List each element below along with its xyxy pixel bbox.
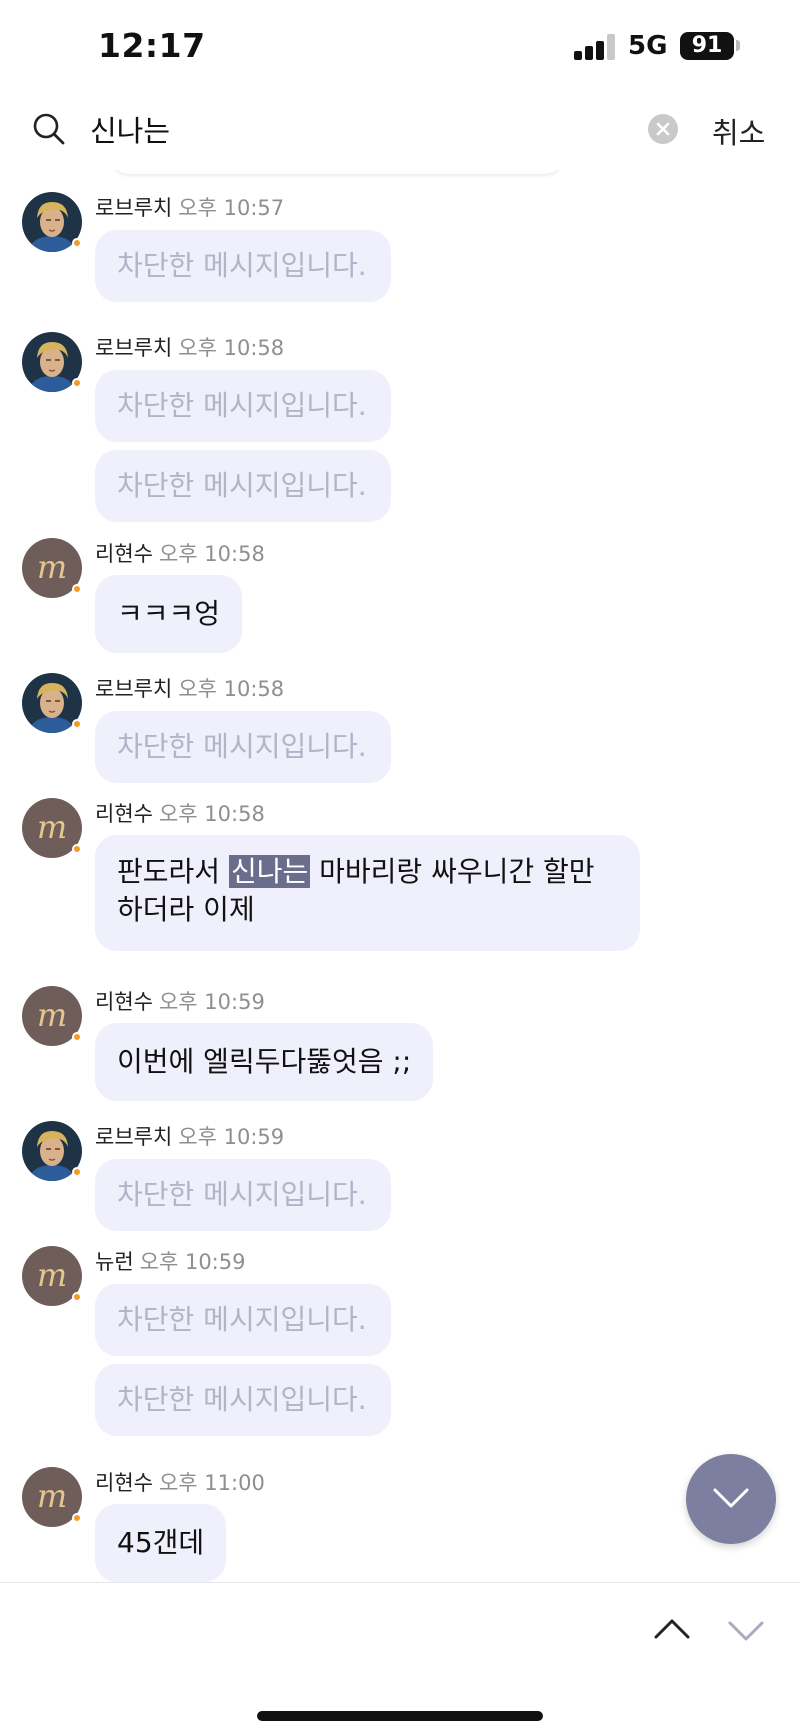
search-input[interactable] [90, 106, 620, 152]
message-header: 로브루치 오후 10:58 [95, 332, 284, 362]
chat-message-list[interactable]: 로브루치 오후 10:57 차단한 메시지입니다. 로브루치 오후 10:58 차단… [0, 170, 800, 1582]
message-time: 오후 10:58 [158, 542, 265, 566]
search-icon [33, 113, 65, 145]
sender-name: 로브루치 [95, 677, 173, 701]
avatar[interactable] [22, 192, 82, 252]
message-header: 리현수 오후 11:00 [95, 1467, 265, 1497]
online-status-dot [72, 719, 82, 729]
avatar[interactable] [22, 986, 82, 1046]
sender-name: 리현수 [95, 802, 153, 826]
online-status-dot [72, 1292, 82, 1302]
sender-name: 로브루치 [95, 336, 173, 360]
avatar[interactable] [22, 1467, 82, 1527]
cancel-button[interactable]: 취소 [712, 110, 765, 152]
online-status-dot [72, 584, 82, 594]
message-bubble[interactable]: ㅋㅋㅋ엉 [95, 575, 243, 653]
online-status-dot [72, 844, 82, 854]
message-header: 리현수 오후 10:58 [95, 798, 265, 828]
sender-name: 리현수 [95, 542, 153, 566]
search-bar: 취소 [0, 90, 800, 170]
chevron-up-icon[interactable] [652, 1613, 692, 1643]
chevron-down-icon[interactable] [726, 1617, 766, 1647]
scroll-to-bottom-button[interactable] [686, 1454, 776, 1544]
blocked-message-bubble[interactable]: 차단한 메시지입니다. [95, 1364, 391, 1436]
message-bubble[interactable]: 이번에 엘릭두다뚫엇음 ;; [95, 1023, 434, 1101]
message-header: 뉴런 오후 10:59 [95, 1246, 245, 1276]
blocked-message-bubble[interactable]: 차단한 메시지입니다. [95, 1284, 391, 1356]
sender-name: 로브루치 [95, 1125, 173, 1149]
avatar[interactable] [22, 673, 82, 733]
message-header: 로브루치 오후 10:58 [95, 673, 284, 703]
message-header: 로브루치 오후 10:57 [95, 192, 284, 222]
message-text: 마바리랑 싸우니간 할만 [310, 855, 595, 888]
cellular-signal-icon [574, 34, 618, 60]
search-result-navigation [0, 1582, 800, 1731]
avatar[interactable] [22, 798, 82, 858]
search-match-highlight: 신나는 [228, 855, 311, 888]
clear-icon[interactable] [648, 114, 678, 144]
sender-name: 로브루치 [95, 196, 173, 220]
message-header: 리현수 오후 10:59 [95, 986, 265, 1016]
search-result-message-bubble[interactable]: 판도라서 신나는 마바리랑 싸우니간 할만 하더라 이제 [95, 835, 640, 951]
blocked-message-bubble[interactable]: 차단한 메시지입니다. [95, 370, 391, 442]
message-header: 리현수 오후 10:58 [95, 538, 265, 568]
online-status-dot [72, 1032, 82, 1042]
message-text-line: 하더라 이제 [117, 893, 255, 926]
sender-name: 리현수 [95, 1471, 153, 1495]
battery-tip [736, 40, 740, 51]
message-text: 판도라서 [117, 855, 229, 888]
message-bubble[interactable]: 45갠데 [95, 1504, 227, 1582]
blocked-message-bubble[interactable]: 차단한 메시지입니다. [95, 711, 391, 783]
status-time: 12:17 [98, 26, 206, 65]
partial-message-bubble [108, 170, 566, 174]
online-status-dot [72, 238, 82, 248]
message-time: 오후 10:58 [178, 677, 285, 701]
online-status-dot [72, 378, 82, 388]
avatar[interactable] [22, 1246, 82, 1306]
message-time: 오후 10:59 [158, 990, 265, 1014]
blocked-message-bubble[interactable]: 차단한 메시지입니다. [95, 450, 391, 522]
message-time: 오후 10:58 [178, 336, 285, 360]
message-time: 오후 10:59 [178, 1125, 285, 1149]
message-time: 오후 10:57 [178, 196, 285, 220]
status-bar: 12:17 5G 91 [0, 0, 800, 90]
battery-icon: 91 [680, 32, 734, 60]
avatar[interactable] [22, 538, 82, 598]
sender-name: 리현수 [95, 990, 153, 1014]
blocked-message-bubble[interactable]: 차단한 메시지입니다. [95, 1159, 391, 1231]
avatar[interactable] [22, 1121, 82, 1181]
message-header: 로브루치 오후 10:59 [95, 1121, 284, 1151]
message-time: 오후 10:59 [139, 1250, 246, 1274]
avatar[interactable] [22, 332, 82, 392]
chevron-down-icon [713, 1488, 749, 1508]
home-indicator[interactable] [257, 1711, 543, 1721]
message-time: 오후 11:00 [158, 1471, 265, 1495]
blocked-message-bubble[interactable]: 차단한 메시지입니다. [95, 230, 391, 302]
sender-name: 뉴런 [95, 1250, 134, 1274]
network-type: 5G [628, 31, 668, 61]
message-text-line: 판도라서 신나는 마바리랑 싸우니간 할만 [117, 853, 618, 891]
message-time: 오후 10:58 [158, 802, 265, 826]
online-status-dot [72, 1513, 82, 1523]
online-status-dot [72, 1167, 82, 1177]
